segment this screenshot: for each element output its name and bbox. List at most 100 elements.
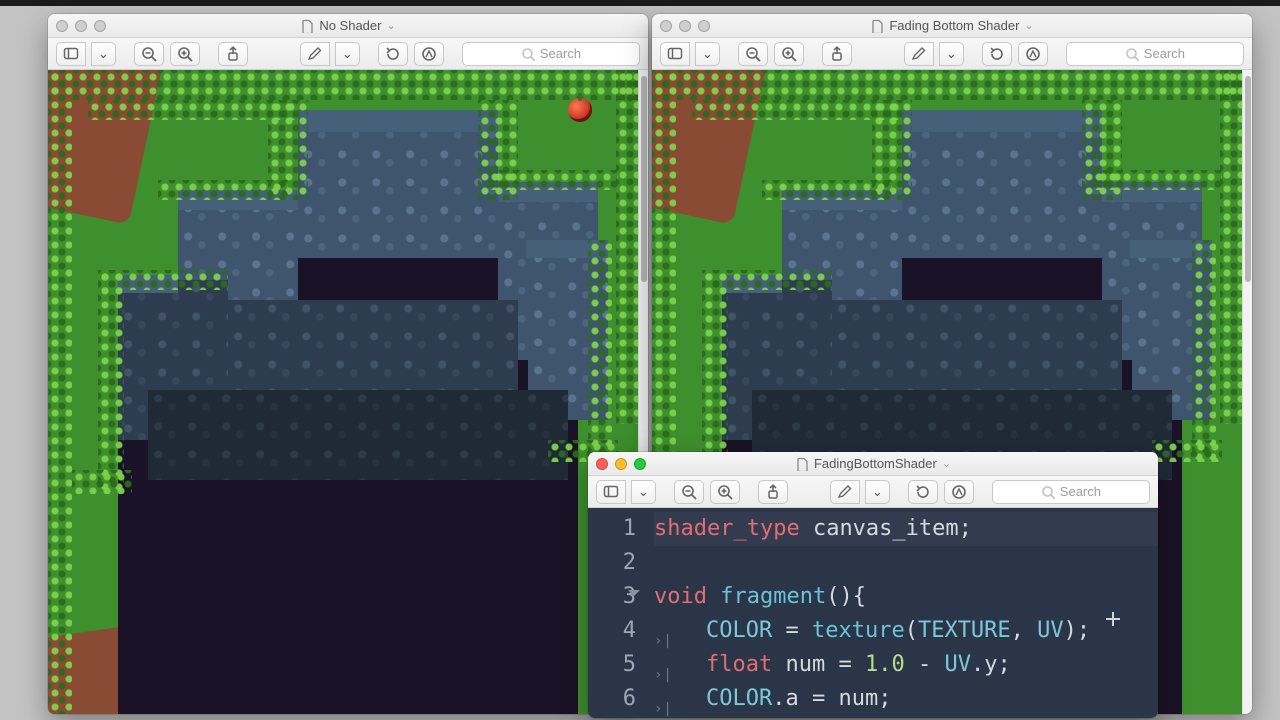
line-number: 6: [588, 682, 636, 716]
code-token-kw: void: [654, 584, 707, 609]
code-token-op: .y;: [971, 652, 1011, 677]
zoom-in-button[interactable]: [170, 42, 200, 66]
search-placeholder: Search: [1060, 484, 1101, 499]
code-token-op: (){: [826, 584, 866, 609]
code-token-const: UV: [944, 652, 971, 677]
window-title: FadingBottomShader: [814, 456, 937, 471]
code-token-fn: texture: [812, 618, 905, 643]
titlebar[interactable]: FadingBottomShader ⌄: [588, 452, 1158, 476]
zoom-dot-inactive[interactable]: [698, 20, 710, 32]
chevron-down-icon[interactable]: ⌄: [386, 19, 395, 32]
vertical-scrollbar[interactable]: [1242, 70, 1252, 714]
document-icon: [870, 19, 884, 33]
document-icon: [300, 19, 314, 33]
code-token-const: COLOR: [706, 618, 772, 643]
zoom-in-button[interactable]: [774, 42, 804, 66]
zoom-in-button[interactable]: [710, 480, 740, 504]
line-number: 3: [588, 580, 636, 614]
sidebar-button[interactable]: [660, 42, 690, 66]
titlebar[interactable]: Fading Bottom Shader ⌄: [652, 14, 1252, 38]
search-placeholder: Search: [540, 46, 581, 61]
markup-toggle-button[interactable]: [944, 480, 974, 504]
search-input[interactable]: Search: [462, 42, 640, 66]
code-line[interactable]: ›|COLOR.a = num;: [654, 682, 1158, 716]
code-line[interactable]: [654, 546, 1158, 580]
markup-toggle-button[interactable]: [1018, 42, 1048, 66]
sidebar-button[interactable]: [596, 480, 626, 504]
document-icon: [795, 457, 809, 471]
text-cursor-icon: [1106, 612, 1120, 626]
code-token-var: canvas_item: [800, 516, 959, 541]
code-line[interactable]: void fragment(){: [654, 580, 1158, 614]
zoom-dot[interactable]: [634, 458, 646, 470]
line-number: 4: [588, 614, 636, 648]
code-token-op: .a = num;: [772, 686, 891, 711]
markup-toggle-button[interactable]: [414, 42, 444, 66]
code-token-fn: fragment: [720, 584, 826, 609]
rotate-button[interactable]: [908, 480, 938, 504]
toolbar: ⌄ ⌄ Search: [48, 38, 648, 70]
markup-dropdown[interactable]: ⌄: [335, 42, 360, 66]
share-button[interactable]: [822, 42, 852, 66]
search-icon: [521, 47, 535, 61]
code-area[interactable]: 123456 shader_type canvas_item;void frag…: [588, 508, 1158, 718]
zoom-dot-inactive[interactable]: [94, 20, 106, 32]
line-number: 5: [588, 648, 636, 682]
code-token-op: =: [838, 652, 865, 677]
window-title: No Shader: [319, 18, 381, 33]
code-token-var: num: [772, 652, 838, 677]
code-token-num: 1.0: [865, 652, 905, 677]
top-app-strip: [0, 0, 1280, 6]
line-number: 1: [588, 512, 636, 546]
line-number: 2: [588, 546, 636, 580]
code-lines[interactable]: shader_type canvas_item;void fragment(){…: [646, 512, 1158, 718]
close-dot[interactable]: [596, 458, 608, 470]
close-dot-inactive[interactable]: [56, 20, 68, 32]
search-input[interactable]: Search: [992, 480, 1150, 504]
window-no-shader: No Shader ⌄ ⌄ ⌄ Search: [48, 14, 648, 714]
minimize-dot-inactive[interactable]: [679, 20, 691, 32]
zoom-out-button[interactable]: [738, 42, 768, 66]
sidebar-dropdown[interactable]: ⌄: [695, 42, 720, 66]
code-token-const: UV: [1037, 618, 1064, 643]
sidebar-button[interactable]: [56, 42, 86, 66]
code-gutter: 123456: [588, 512, 646, 718]
titlebar[interactable]: No Shader ⌄: [48, 14, 648, 38]
toolbar: ⌄ ⌄ Search: [652, 38, 1252, 70]
sidebar-dropdown[interactable]: ⌄: [91, 42, 116, 66]
code-line[interactable]: ›|COLOR = texture(TEXTURE, UV);: [654, 614, 1158, 648]
window-title: Fading Bottom Shader: [889, 18, 1019, 33]
sidebar-dropdown[interactable]: ⌄: [631, 480, 656, 504]
code-token-var: [707, 584, 720, 609]
search-placeholder: Search: [1144, 46, 1185, 61]
zoom-out-button[interactable]: [134, 42, 164, 66]
code-token-const: COLOR: [706, 686, 772, 711]
markup-pencil-button[interactable]: [830, 480, 860, 504]
search-icon: [1041, 485, 1055, 499]
markup-pencil-button[interactable]: [904, 42, 934, 66]
rotate-button[interactable]: [982, 42, 1012, 66]
preview-viewport[interactable]: [48, 70, 638, 714]
minimize-dot-inactive[interactable]: [75, 20, 87, 32]
code-token-kw: float: [706, 652, 772, 677]
code-token-op: ;: [959, 516, 972, 541]
code-line[interactable]: shader_type canvas_item;: [654, 512, 1158, 546]
code-line[interactable]: ›|float num = 1.0 - UV.y;: [654, 648, 1158, 682]
minimize-dot[interactable]: [615, 458, 627, 470]
code-token-op: =: [772, 618, 812, 643]
markup-dropdown[interactable]: ⌄: [939, 42, 964, 66]
rotate-button[interactable]: [378, 42, 408, 66]
chevron-down-icon[interactable]: ⌄: [1024, 19, 1033, 32]
share-button[interactable]: [218, 42, 248, 66]
markup-pencil-button[interactable]: [300, 42, 330, 66]
chevron-down-icon[interactable]: ⌄: [942, 457, 951, 470]
search-input[interactable]: Search: [1066, 42, 1244, 66]
code-token-op: ,: [1011, 618, 1038, 643]
markup-dropdown[interactable]: ⌄: [865, 480, 890, 504]
search-icon: [1125, 47, 1139, 61]
close-dot-inactive[interactable]: [660, 20, 672, 32]
share-button[interactable]: [758, 480, 788, 504]
zoom-out-button[interactable]: [674, 480, 704, 504]
code-token-const: TEXTURE: [918, 618, 1011, 643]
code-token-op: (: [905, 618, 918, 643]
